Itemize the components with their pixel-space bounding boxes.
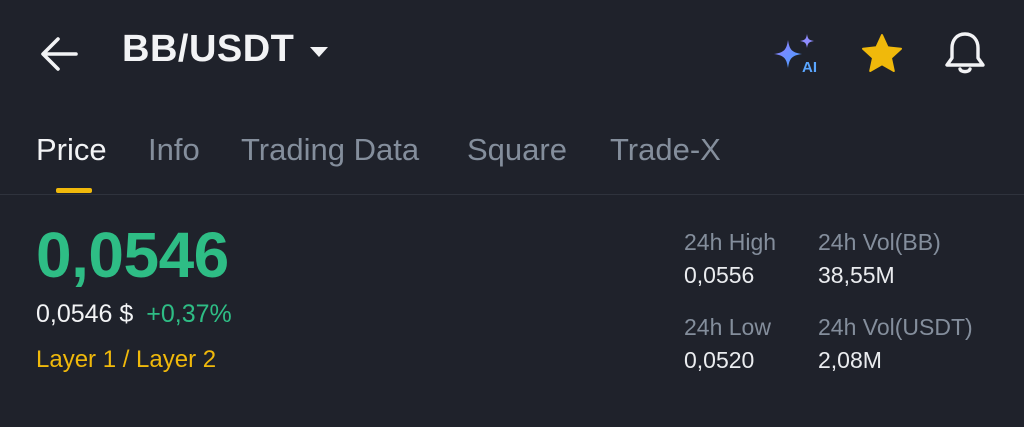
low-label: 24h Low xyxy=(684,314,771,340)
last-price: 0,0546 xyxy=(36,219,229,291)
active-tab-indicator xyxy=(56,188,92,193)
price-change: +0,37% xyxy=(146,300,232,328)
tab-square[interactable]: Square xyxy=(467,132,567,168)
volume-base-value: 38,55M xyxy=(818,262,895,288)
top-bar: BB/USDT AI xyxy=(0,0,1024,108)
sector-tag[interactable]: Layer 1 / Layer 2 xyxy=(36,346,216,374)
tab-trading-data[interactable]: Trading Data xyxy=(241,132,419,168)
back-button[interactable] xyxy=(36,32,84,76)
high-value: 0,0556 xyxy=(684,262,755,288)
price-subline: 0,0546 $ +0,37% xyxy=(36,300,232,329)
tab-trade-x[interactable]: Trade-X xyxy=(610,132,721,168)
ai-sparkle-icon: AI xyxy=(774,34,817,76)
bell-icon xyxy=(945,32,985,74)
price-alert-button[interactable] xyxy=(940,28,990,78)
tab-price[interactable]: Price xyxy=(36,132,107,168)
arrow-left-icon xyxy=(41,37,78,71)
svg-text:AI: AI xyxy=(802,59,817,76)
volume-quote-label: 24h Vol(USDT) xyxy=(818,314,973,340)
pair-name: BB/USDT xyxy=(122,28,295,70)
tab-info[interactable]: Info xyxy=(148,132,200,168)
favorite-button[interactable] xyxy=(858,30,906,78)
volume-base-label: 24h Vol(BB) xyxy=(818,229,941,255)
caret-down-icon xyxy=(310,46,329,57)
ai-assistant-button[interactable]: AI xyxy=(772,32,822,76)
usd-price: 0,0546 $ xyxy=(36,300,134,328)
star-icon xyxy=(862,34,902,72)
pair-selector[interactable]: BB/USDT xyxy=(122,28,330,71)
low-value: 0,0520 xyxy=(684,347,755,373)
volume-quote-value: 2,08M xyxy=(818,347,882,373)
tab-bar: Price Info Trading Data Square Trade-X xyxy=(0,118,1024,195)
high-label: 24h High xyxy=(684,229,777,255)
